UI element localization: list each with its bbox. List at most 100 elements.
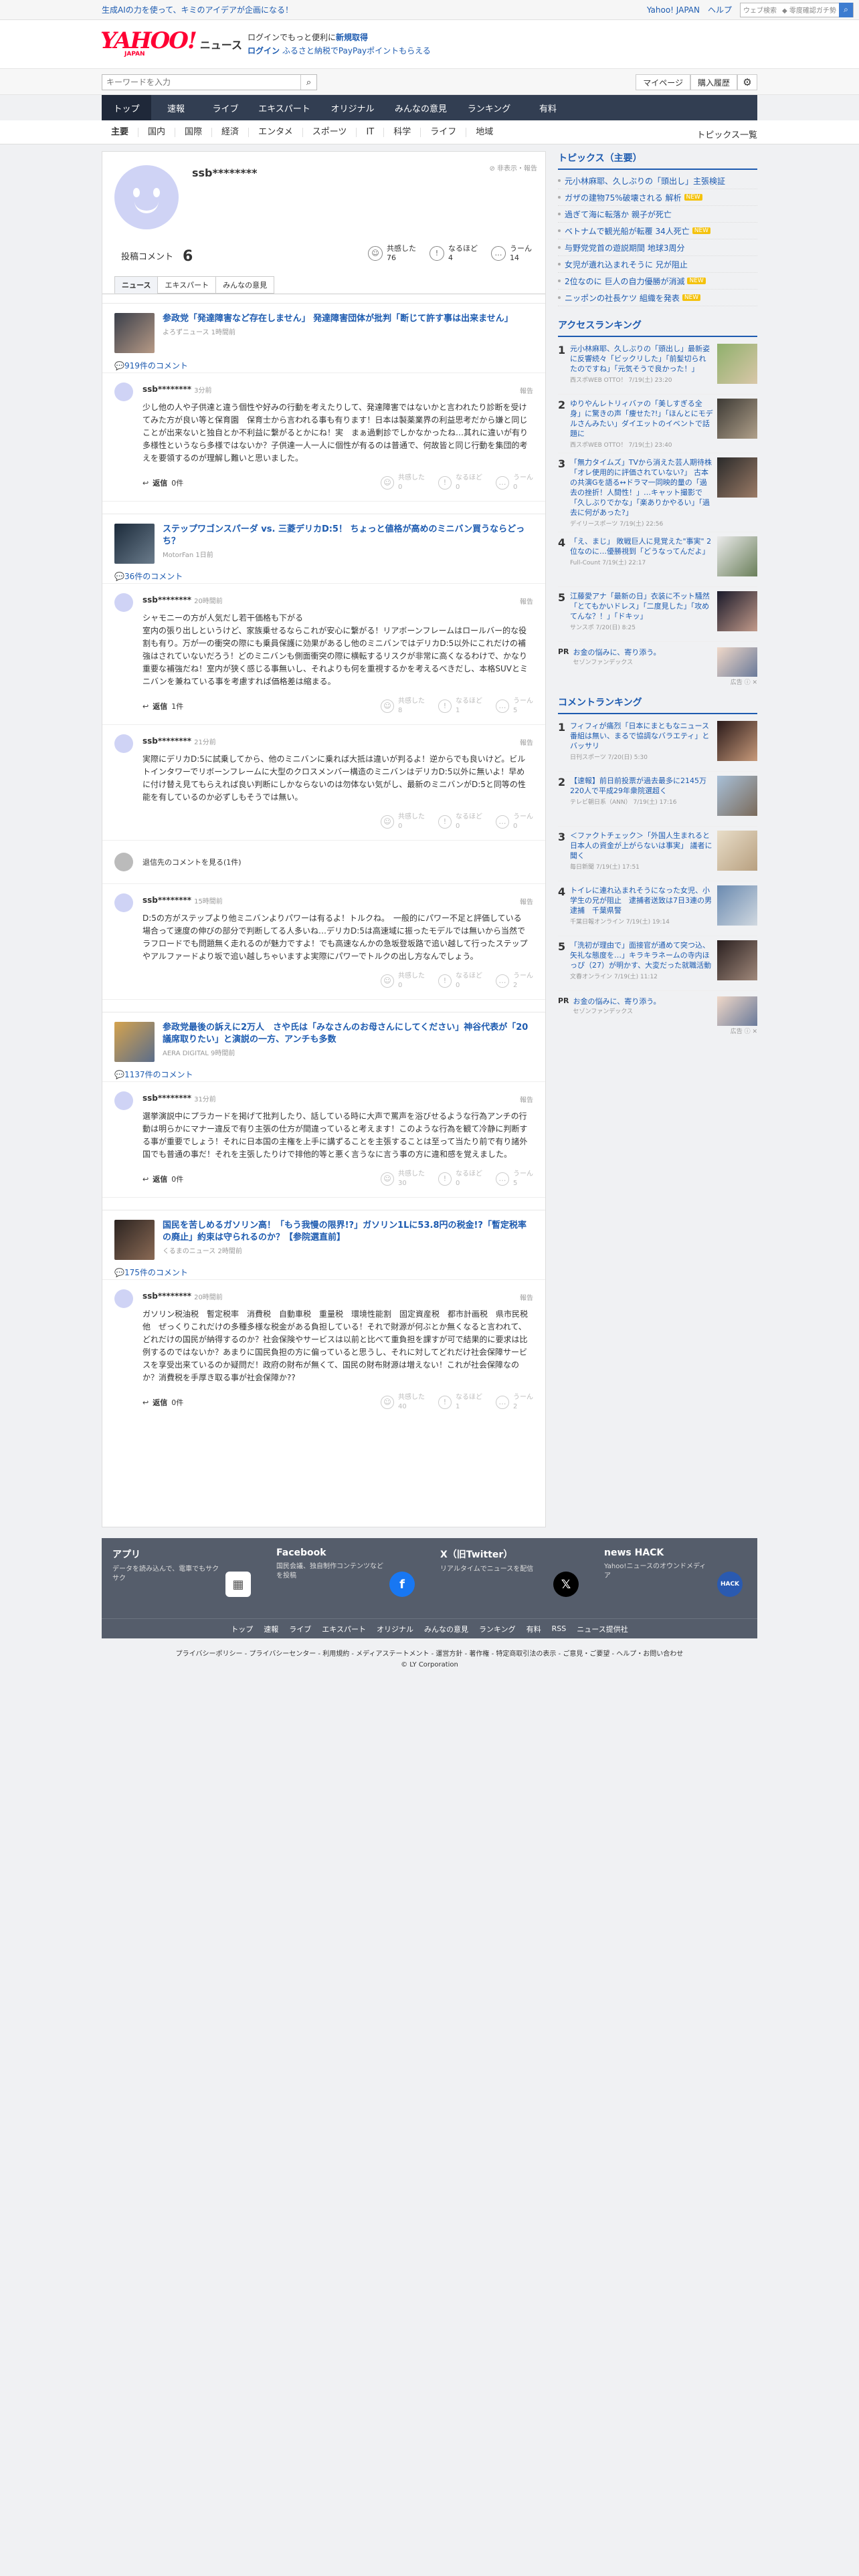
search-icon[interactable]: ⌕: [300, 75, 316, 90]
nav-ranking[interactable]: ランキング: [455, 95, 523, 120]
footer-link[interactable]: 速報: [264, 1624, 278, 1634]
topic-item[interactable]: 女児が遺れ込まれそうに 兄が阻止: [558, 256, 757, 273]
article-card[interactable]: 参政党最後の訴えに2万人 さや氏は「みなさんのお母さんにしてください」神谷代表が…: [102, 1012, 545, 1067]
article-title[interactable]: 参政党最後の訴えに2万人 さや氏は「みなさんのお母さんにしてください」神谷代表が…: [163, 1022, 533, 1046]
cat-domestic[interactable]: 国内: [138, 128, 176, 137]
legal-links[interactable]: プライバシーポリシー - プライバシーセンター - 利用規約 - メディアステー…: [0, 1649, 859, 1660]
hmm-button[interactable]: … うーん 0: [496, 473, 533, 492]
footer-link[interactable]: ランキング: [479, 1624, 516, 1634]
empathy-button[interactable]: ☺ 共感した 0: [381, 972, 425, 990]
report-link[interactable]: 報告: [520, 596, 533, 606]
empathy-button[interactable]: ☺ 共感した 0: [381, 473, 425, 492]
insight-button[interactable]: ! なるほど 0: [438, 1170, 482, 1188]
purchase-history-button[interactable]: 購入履歴: [690, 74, 737, 90]
comment-count-link[interactable]: 💬 175件のコメント: [102, 1265, 545, 1280]
comment-user[interactable]: ssb********: [142, 385, 191, 394]
footer-app[interactable]: アプリ データを読み込んで、電車でもサクサク ▦: [102, 1538, 266, 1618]
insight-button[interactable]: ! なるほど 0: [438, 813, 482, 831]
hmm-button[interactable]: … うーん 5: [496, 697, 533, 716]
reply-button[interactable]: ↩ 返信 0件: [142, 1397, 183, 1408]
tab-news[interactable]: ニュース: [114, 276, 159, 294]
login-link[interactable]: ログイン: [248, 46, 280, 56]
comment-count-link[interactable]: 💬 919件のコメント: [102, 358, 545, 373]
deleted-comment-link[interactable]: 退信先のコメントを見る(1件): [102, 841, 545, 884]
topic-item[interactable]: ニッポンの社長ケツ 組織を発表 NEW: [558, 290, 757, 306]
insight-button[interactable]: ! なるほど 0: [438, 473, 482, 492]
cat-life[interactable]: ライフ: [421, 128, 467, 137]
insight-button[interactable]: ! なるほど 1: [438, 1393, 482, 1412]
comment-user[interactable]: ssb********: [142, 1291, 191, 1301]
comment-user[interactable]: ssb********: [142, 736, 191, 746]
furusato-link[interactable]: ふるさと納税でPayPayポイントもらえる: [282, 46, 431, 56]
ranking-item[interactable]: 3 ＜ファクトチェック＞「外国人生まれると日本人の資金が上がらないは事実」 議者に…: [558, 827, 757, 881]
tab-expert[interactable]: エキスパート: [157, 276, 217, 294]
cat-main[interactable]: 主要: [102, 128, 139, 137]
nav-original[interactable]: オリジナル: [318, 95, 387, 120]
cat-science[interactable]: 科学: [384, 128, 421, 137]
cat-sports[interactable]: スポーツ: [303, 128, 357, 137]
topic-item[interactable]: ベトナムで観光船が転覆 34人死亡 NEW: [558, 223, 757, 239]
topic-item[interactable]: 2位なのに 巨人の自力優勝が消滅 NEW: [558, 273, 757, 290]
comment-count-link[interactable]: 💬 36件のコメント: [102, 569, 545, 584]
ranking-item[interactable]: 2 ゆりやんレトリィバァの「美しすぎる全身」に驚きの声「痩せた?!」「ほんとにモデ…: [558, 395, 757, 453]
hmm-button[interactable]: … うーん 5: [496, 1170, 533, 1188]
reply-button[interactable]: ↩ 返信 1件: [142, 701, 183, 712]
promo-link[interactable]: 生成AIの力を使って、キミのアイデアが企画になる！: [102, 4, 293, 15]
topics-list-link[interactable]: トピックス一覧: [696, 128, 757, 140]
mypage-button[interactable]: マイページ: [636, 74, 690, 90]
insight-button[interactable]: ! なるほど 1: [438, 697, 482, 716]
report-link[interactable]: 報告: [520, 385, 533, 395]
footer-link[interactable]: トップ: [231, 1624, 253, 1634]
tab-opinions[interactable]: みんなの意見: [215, 276, 275, 294]
hide-report-link[interactable]: ⊘ 非表示・報告: [489, 163, 537, 173]
article-title[interactable]: 参政党「発達障害など存在しません」 発達障害団体が批判「断じて許す事は出来ません…: [163, 313, 513, 325]
footer-link[interactable]: ニュース提供社: [577, 1624, 628, 1634]
nav-paid[interactable]: 有料: [523, 95, 573, 120]
report-link[interactable]: 報告: [520, 1094, 533, 1104]
topic-item[interactable]: 与野党党首の遊説期間 地球3周分: [558, 239, 757, 256]
cat-entertainment[interactable]: エンタメ: [249, 128, 303, 137]
ranking-item[interactable]: 1 元小林麻耶、久しぶりの「頭出し」最新姿に反響続々「ビックリした」「前髪切られた…: [558, 340, 757, 395]
insight-button[interactable]: ! なるほど 0: [438, 972, 482, 990]
footer-x[interactable]: X（旧Twitter） リアルタイムでニュースを配信 𝕏: [430, 1538, 593, 1618]
ranking-item[interactable]: 5 江藤愛アナ「最新の日」衣装に不ット騒然「とてもかいドレス」「二度見した」「攻め…: [558, 587, 757, 642]
nav-live[interactable]: ライブ: [201, 95, 250, 120]
reply-button[interactable]: ↩ 返信 0件: [142, 477, 183, 488]
hmm-button[interactable]: … うーん 0: [496, 813, 533, 831]
gear-icon[interactable]: ⚙: [737, 74, 757, 90]
cat-world[interactable]: 国際: [175, 128, 213, 137]
footer-facebook[interactable]: Facebook 国民会議、独自制作コンテンツなどを投稿 f: [266, 1538, 430, 1618]
footer-link[interactable]: エキスパート: [322, 1624, 366, 1634]
nav-flash[interactable]: 速報: [151, 95, 201, 120]
report-link[interactable]: 報告: [520, 896, 533, 906]
footer-link[interactable]: RSS: [552, 1624, 567, 1633]
ranking-item[interactable]: 4 トイレに連れ込まれそうになった女児、小学生の兄が阻止 逮捕者送致は7日3連の男…: [558, 881, 757, 936]
empathy-button[interactable]: ☺ 共感した 8: [381, 697, 425, 716]
cat-it[interactable]: IT: [357, 128, 385, 137]
topic-item[interactable]: ガザの建物75%破壊される 解析 NEW: [558, 189, 757, 206]
ranking-item[interactable]: 2 【速報】前日前投票が過去最多に2145万220人で平成29年衆院選超く テレビ朝…: [558, 772, 757, 827]
cat-local[interactable]: 地域: [466, 128, 502, 137]
ranking-item[interactable]: 1 フィフィが痛烈「日本にまともなニュース番組は無い、まるで協調なバラエティ」とバ…: [558, 717, 757, 772]
hmm-button[interactable]: … うーん 2: [496, 972, 533, 990]
keyword-input[interactable]: [102, 75, 300, 90]
nav-expert[interactable]: エキスパート: [250, 95, 318, 120]
ranking-item[interactable]: 3 「無力タイムズ」TVから消えた芸人期待株「オレ使用的に評価されていない?」 古…: [558, 453, 757, 532]
topic-item[interactable]: 元小林麻耶、久しぶりの「頭出し」主張検証: [558, 173, 757, 189]
yahoo-news-logo[interactable]: YAHOO! JAPAN ニュース: [100, 29, 242, 58]
help-link[interactable]: ヘルプ: [708, 4, 732, 15]
article-title[interactable]: ステップワゴンスパーダ vs. 三菱デリカD:5！ ちょっと値格が高めのミニバン…: [163, 524, 533, 548]
comment-user[interactable]: ssb********: [142, 895, 191, 905]
yahoo-japan-link[interactable]: Yahoo! JAPAN: [647, 5, 700, 15]
ranking-item[interactable]: 5 「洗初が理由で」面接官が通めて突つ込、矢礼な態度を…」キラキラネームの寺内ほっ…: [558, 936, 757, 991]
footer-newshack[interactable]: news HACK Yahoo!ニュースのオウンドメディア HACK: [593, 1538, 757, 1618]
empathy-button[interactable]: ☺ 共感した 0: [381, 813, 425, 831]
reply-button[interactable]: ↩ 返信 0件: [142, 1174, 183, 1184]
hmm-button[interactable]: … うーん 2: [496, 1393, 533, 1412]
comment-count-link[interactable]: 💬 1137件のコメント: [102, 1067, 545, 1082]
topic-item[interactable]: 過ぎて海に転落か 親子が死亡: [558, 206, 757, 223]
article-card[interactable]: ステップワゴンスパーダ vs. 三菱デリカD:5！ ちょっと値格が高めのミニバン…: [102, 514, 545, 569]
search-icon[interactable]: ⌕: [838, 2, 853, 17]
article-title[interactable]: 国民を苦しめるガソリン高！「もう我慢の限界!?」ガソリン1Lに53.8円の税金!…: [163, 1220, 533, 1244]
footer-link[interactable]: オリジナル: [377, 1624, 413, 1634]
